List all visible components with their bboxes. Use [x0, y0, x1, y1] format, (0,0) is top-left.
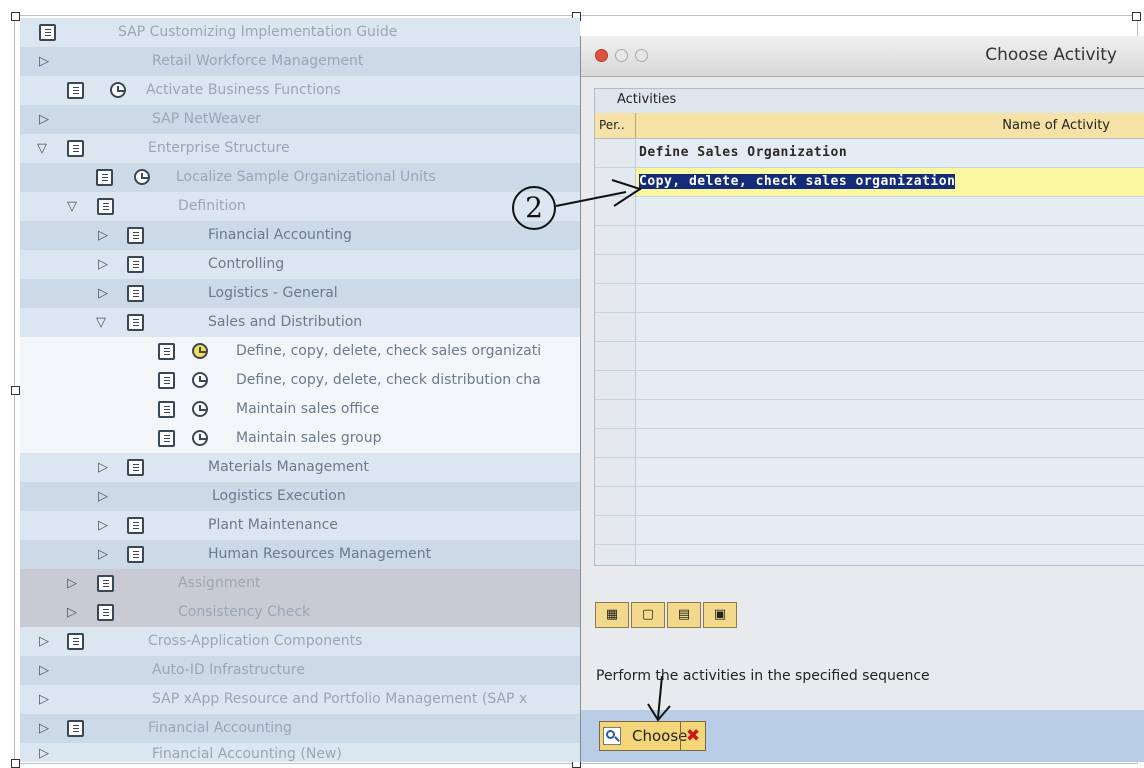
- arrow-to-choose-button: [657, 675, 663, 719]
- annotation-arrows: [555, 179, 671, 722]
